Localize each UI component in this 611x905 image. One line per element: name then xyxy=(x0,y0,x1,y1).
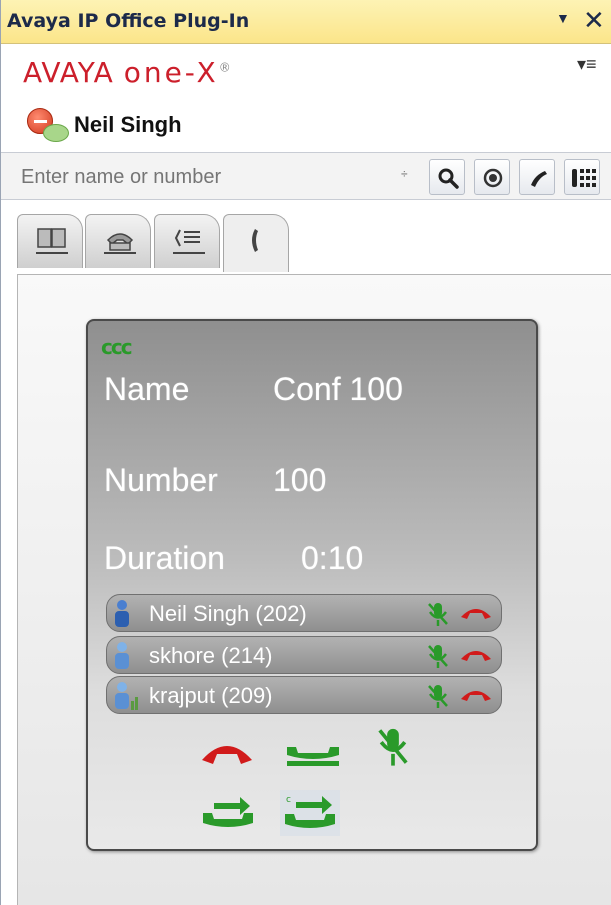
name-value: Conf 100 xyxy=(273,371,403,407)
handset-icon xyxy=(252,229,258,252)
participant-row[interactable]: Neil Singh (202) xyxy=(106,594,502,632)
hangup-icon[interactable] xyxy=(459,605,493,621)
conference-transfer-button[interactable]: c xyxy=(280,790,340,836)
call-button[interactable] xyxy=(519,159,555,195)
plugin-panel: Avaya IP Office Plug-In ▼ ✕ AVAYA one-X®… xyxy=(0,0,611,905)
book-icon xyxy=(36,228,68,254)
spin-control-icon[interactable]: ÷ xyxy=(401,167,408,181)
list-icon xyxy=(173,229,205,254)
tab-call-history[interactable] xyxy=(85,214,151,268)
hold-button[interactable] xyxy=(284,733,342,769)
logo-avaya: AVAYA xyxy=(23,56,114,89)
options-menu-icon[interactable]: ▾≡ xyxy=(577,54,597,75)
number-value: 100 xyxy=(273,462,327,498)
keypad-button[interactable] xyxy=(564,159,600,195)
tab-strip xyxy=(1,200,611,272)
close-icon[interactable]: ✕ xyxy=(583,5,605,35)
record-icon xyxy=(483,168,503,188)
tab-active-call[interactable] xyxy=(223,214,289,272)
phone-list-icon xyxy=(104,233,136,254)
person-icon xyxy=(115,600,129,627)
phone-icon xyxy=(531,171,547,187)
name-label: Name xyxy=(104,371,190,407)
search-input[interactable] xyxy=(15,160,415,194)
mute-icon[interactable] xyxy=(425,601,451,627)
user-name: Neil Singh xyxy=(74,112,182,137)
person-icon xyxy=(115,682,138,710)
number-label: Number xyxy=(104,462,218,498)
participant-name: krajput (209) xyxy=(149,683,273,708)
search-button[interactable] xyxy=(429,159,465,195)
participant-name: skhore (214) xyxy=(149,643,273,668)
hangup-icon[interactable] xyxy=(459,647,493,663)
keypad-icon xyxy=(572,169,596,187)
mute-icon[interactable] xyxy=(425,643,451,669)
tab-directory[interactable] xyxy=(17,214,83,268)
logo-onex: one-X xyxy=(123,56,219,89)
hangup-button[interactable] xyxy=(199,738,255,766)
chat-bubble-icon xyxy=(43,124,69,142)
window-title: Avaya IP Office Plug-In xyxy=(7,10,250,32)
participant-row[interactable]: krajput (209) xyxy=(106,676,502,714)
duration-label: Duration xyxy=(104,540,225,576)
record-button[interactable] xyxy=(474,159,510,195)
logo-reg: ® xyxy=(218,60,232,75)
mute-icon[interactable] xyxy=(425,683,451,709)
duration-value: 0:10 xyxy=(301,540,364,576)
search-bar: ÷ xyxy=(1,152,611,200)
transfer-button[interactable] xyxy=(200,793,256,833)
tab-messages[interactable] xyxy=(154,214,220,268)
title-bar: Avaya IP Office Plug-In ▼ ✕ xyxy=(1,0,611,44)
conference-icon: ccc xyxy=(101,335,133,359)
avaya-onex-logo: AVAYA one-X® xyxy=(23,56,232,89)
window-menu-icon[interactable]: ▼ xyxy=(556,10,570,26)
brand-row: AVAYA one-X® ▾≡ xyxy=(1,50,611,96)
participant-row[interactable]: skhore (214) xyxy=(106,636,502,674)
svg-text:c: c xyxy=(286,795,291,805)
hangup-icon[interactable] xyxy=(459,687,493,703)
search-icon xyxy=(438,168,459,189)
person-icon xyxy=(115,642,129,669)
participant-name: Neil Singh (202) xyxy=(149,601,307,626)
mute-all-button[interactable] xyxy=(373,726,413,770)
user-row: Neil Singh xyxy=(1,100,611,150)
